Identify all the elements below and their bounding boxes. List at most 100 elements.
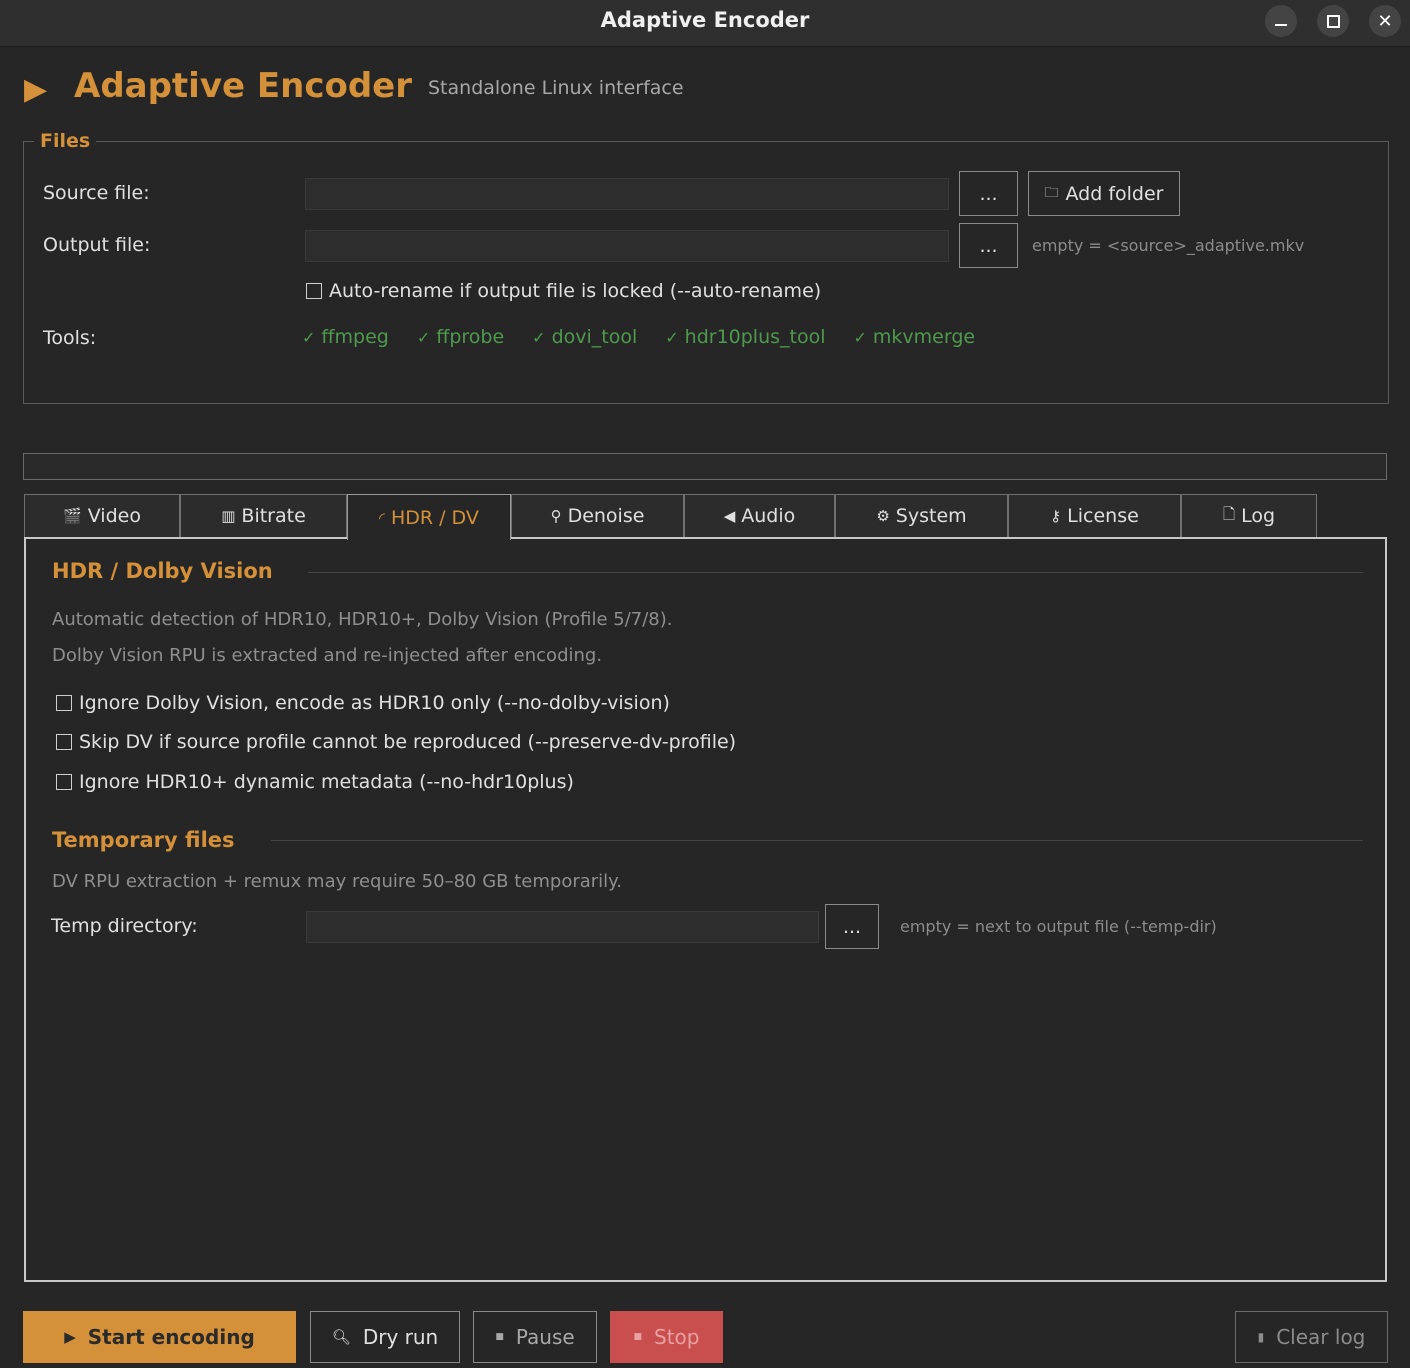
- tab-log[interactable]: 🗋 Log: [1181, 494, 1317, 537]
- tool-name: ffprobe: [436, 326, 505, 348]
- section-divider: [308, 572, 1363, 573]
- tool-name: hdr10plus_tool: [684, 326, 826, 348]
- tools-label: Tools:: [43, 327, 97, 349]
- trash-icon: ▮: [1257, 1330, 1265, 1344]
- add-folder-button[interactable]: 🗀 Add folder: [1028, 171, 1180, 216]
- check-icon: ✓: [302, 328, 316, 347]
- checkbox-box: [56, 695, 72, 711]
- output-hint: empty = <source>_adaptive.mkv: [1032, 236, 1305, 255]
- output-file-label: Output file:: [43, 234, 151, 256]
- tools-list: ✓ ffmpeg ✓ ffprobe ✓ dovi_tool ✓ hdr10plus_t…: [302, 326, 1003, 348]
- maximize-button[interactable]: [1317, 5, 1349, 37]
- pause-label: Pause: [515, 1325, 575, 1349]
- tab-label: Audio: [741, 505, 796, 527]
- window-titlebar: Adaptive Encoder ✕: [0, 0, 1410, 47]
- add-folder-label: Add folder: [1065, 182, 1164, 205]
- hdr-description-1: Automatic detection of HDR10, HDR10+, Do…: [52, 609, 673, 630]
- temp-dir-hint: empty = next to output file (--temp-dir): [900, 917, 1217, 936]
- tab-hdr-dv[interactable]: ◜ HDR / DV: [347, 494, 511, 540]
- tab-system[interactable]: ⚙ System: [835, 494, 1008, 537]
- section-divider: [271, 840, 1363, 841]
- check-icon: ✓: [416, 328, 431, 347]
- source-file-label: Source file:: [43, 182, 150, 204]
- app-subtitle: Standalone Linux interface: [428, 77, 684, 99]
- progress-bar: [23, 453, 1387, 480]
- preserve-dv-profile-checkbox[interactable]: Skip DV if source profile cannot be repr…: [56, 731, 736, 753]
- broom-icon: ⚲: [550, 507, 562, 525]
- pause-button[interactable]: ■ Pause: [473, 1311, 597, 1363]
- temp-description: DV RPU extraction + remux may require 50…: [52, 871, 622, 892]
- auto-rename-label: Auto-rename if output file is locked (--…: [329, 280, 822, 302]
- start-encoding-button[interactable]: ▶ Start encoding: [23, 1311, 296, 1363]
- window-title: Adaptive Encoder: [600, 8, 810, 32]
- source-browse-button[interactable]: ...: [959, 171, 1018, 216]
- tab-denoise[interactable]: ⚲ Denoise: [511, 494, 684, 537]
- temp-section-title: Temporary files: [52, 828, 235, 852]
- start-label: Start encoding: [87, 1325, 255, 1349]
- files-legend: Files: [34, 130, 97, 152]
- tool-name: dovi_tool: [551, 326, 638, 348]
- tab-video[interactable]: 🎬 Video: [24, 494, 180, 537]
- tool-status-mkvmerge: ✓ mkvmerge: [854, 326, 976, 348]
- tool-status-ffmpeg: ✓ ffmpeg: [302, 326, 389, 348]
- tab-bitrate[interactable]: ▥ Bitrate: [180, 494, 347, 537]
- option-label: Skip DV if source profile cannot be repr…: [79, 731, 737, 753]
- hdr-description-2: Dolby Vision RPU is extracted and re-inj…: [52, 645, 603, 666]
- clapper-icon: 🎬: [63, 507, 82, 525]
- tab-audio[interactable]: ◀ Audio: [684, 494, 835, 537]
- temp-dir-label: Temp directory:: [51, 915, 198, 937]
- stop-button[interactable]: ■ Stop: [610, 1311, 723, 1363]
- output-browse-button[interactable]: ...: [959, 223, 1018, 268]
- check-icon: ✓: [532, 328, 546, 347]
- tab-label: Log: [1241, 505, 1275, 527]
- speaker-icon: ◀: [723, 507, 736, 525]
- app-title: Adaptive Encoder: [74, 66, 413, 106]
- rainbow-icon: ◜: [379, 508, 385, 527]
- search-icon: 🔍︎: [331, 1328, 351, 1346]
- key-icon: ⚷: [1050, 507, 1062, 525]
- pause-icon: ■: [495, 1332, 504, 1342]
- source-file-input[interactable]: [305, 178, 949, 210]
- folder-icon: 🗀: [1044, 184, 1059, 201]
- close-button[interactable]: ✕: [1369, 5, 1401, 37]
- no-hdr10plus-checkbox[interactable]: Ignore HDR10+ dynamic metadata (--no-hdr…: [56, 771, 574, 793]
- temp-dir-input[interactable]: [306, 911, 819, 943]
- hdr-section-title: HDR / Dolby Vision: [52, 559, 273, 583]
- option-label: Ignore HDR10+ dynamic metadata (--no-hdr…: [79, 771, 574, 793]
- output-file-input[interactable]: [305, 230, 949, 262]
- minimize-button[interactable]: [1265, 5, 1297, 37]
- tab-label: Video: [87, 505, 141, 527]
- stop-label: Stop: [654, 1325, 700, 1349]
- dry-run-button[interactable]: 🔍︎ Dry run: [310, 1311, 460, 1363]
- tab-label: HDR / DV: [390, 506, 479, 529]
- tool-status-dovi-tool: ✓ dovi_tool: [532, 326, 637, 348]
- tab-license[interactable]: ⚷ License: [1008, 494, 1181, 537]
- tab-label: System: [895, 505, 967, 527]
- bar-chart-icon: ▥: [221, 507, 236, 525]
- maximize-icon: [1326, 14, 1340, 28]
- clear-log-label: Clear log: [1276, 1325, 1366, 1349]
- stop-icon: ■: [633, 1332, 643, 1342]
- tab-label: Denoise: [567, 505, 645, 527]
- play-logo-icon: ▶: [24, 72, 48, 107]
- minimize-icon: [1275, 24, 1287, 26]
- tool-name: ffmpeg: [321, 326, 389, 348]
- tool-status-ffprobe: ✓ ffprobe: [417, 326, 504, 348]
- tool-name: mkvmerge: [872, 326, 976, 348]
- option-label: Ignore Dolby Vision, encode as HDR10 onl…: [79, 692, 670, 714]
- temp-browse-button[interactable]: ...: [825, 904, 879, 949]
- no-dolby-vision-checkbox[interactable]: Ignore Dolby Vision, encode as HDR10 onl…: [56, 692, 670, 714]
- checkbox-box: [56, 734, 72, 750]
- auto-rename-checkbox[interactable]: Auto-rename if output file is locked (--…: [306, 280, 821, 302]
- dry-run-label: Dry run: [362, 1325, 439, 1349]
- close-icon: ✕: [1377, 10, 1393, 32]
- document-icon: 🗋: [1223, 504, 1236, 523]
- checkbox-box: [306, 283, 322, 299]
- check-icon: ✓: [665, 328, 679, 347]
- check-icon: ✓: [853, 328, 867, 347]
- gear-icon: ⚙: [876, 507, 890, 525]
- tab-label: Bitrate: [241, 505, 306, 527]
- clear-log-button[interactable]: ▮ Clear log: [1235, 1311, 1388, 1363]
- checkbox-box: [56, 774, 72, 790]
- tool-status-hdr10plus-tool: ✓ hdr10plus_tool: [665, 326, 825, 348]
